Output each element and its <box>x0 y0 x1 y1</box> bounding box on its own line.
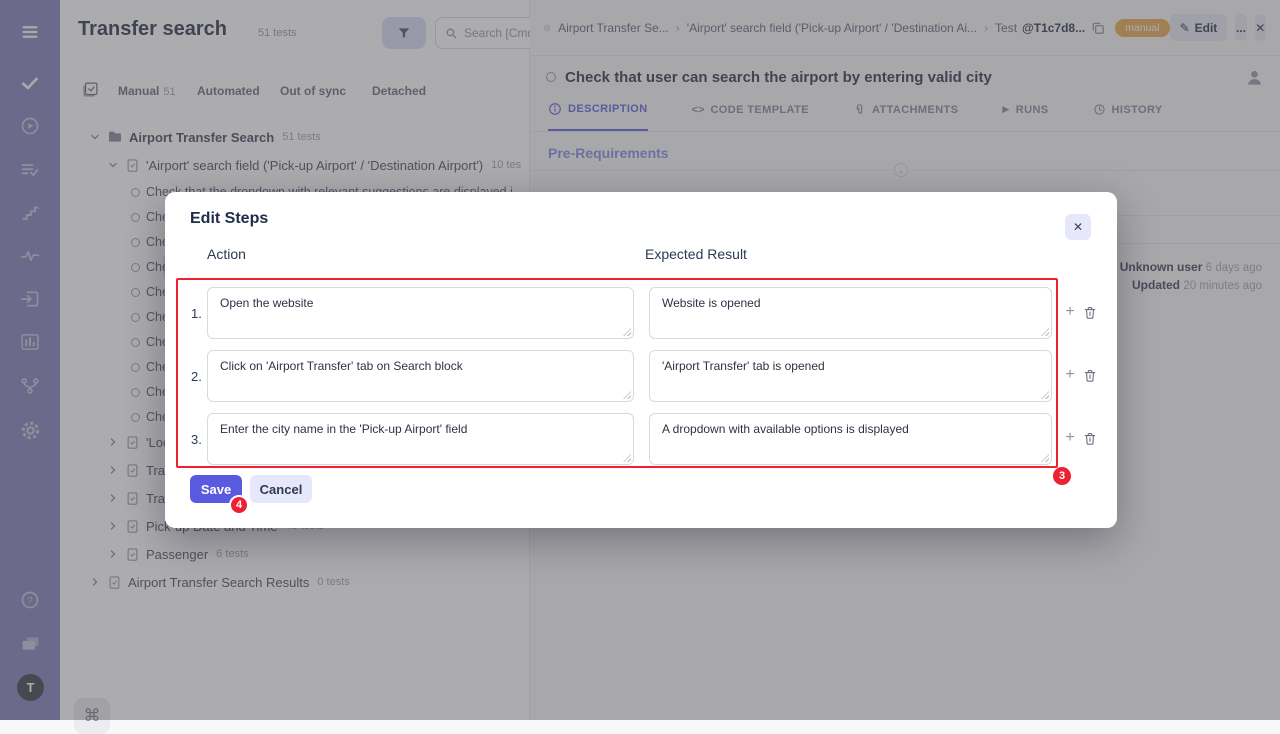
step-action-input[interactable]: Click on 'Airport Transfer' tab on Searc… <box>207 350 634 402</box>
step-expected-input[interactable]: Website is opened <box>649 287 1052 339</box>
annotation-badge-3: 3 <box>1053 467 1071 485</box>
modal-close-button[interactable]: ✕ <box>1065 214 1091 240</box>
delete-step-button[interactable] <box>1083 431 1097 446</box>
modal-title: Edit Steps <box>190 210 268 228</box>
step-number: 1. <box>191 306 202 321</box>
add-step-button[interactable]: + <box>1062 366 1078 384</box>
step-action-input[interactable]: Enter the city name in the 'Pick-up Airp… <box>207 413 634 465</box>
step-number: 3. <box>191 432 202 447</box>
add-step-button[interactable]: + <box>1062 303 1078 321</box>
add-step-button[interactable]: + <box>1062 429 1078 447</box>
delete-step-button[interactable] <box>1083 368 1097 383</box>
delete-step-button[interactable] <box>1083 305 1097 320</box>
column-header-action: Action <box>207 246 246 262</box>
annotation-badge-4: 4 <box>229 495 249 515</box>
step-row: 1. Open the website Website is opened + <box>165 287 1117 339</box>
trash-icon <box>1083 305 1097 320</box>
step-expected-input[interactable]: A dropdown with available options is dis… <box>649 413 1052 465</box>
cancel-button[interactable]: Cancel <box>250 475 312 503</box>
trash-icon <box>1083 368 1097 383</box>
step-expected-input[interactable]: 'Airport Transfer' tab is opened <box>649 350 1052 402</box>
step-number: 2. <box>191 369 202 384</box>
step-action-input[interactable]: Open the website <box>207 287 634 339</box>
trash-icon <box>1083 431 1097 446</box>
step-row: 2. Click on 'Airport Transfer' tab on Se… <box>165 350 1117 402</box>
step-row: 3. Enter the city name in the 'Pick-up A… <box>165 413 1117 465</box>
column-header-expected: Expected Result <box>645 246 747 262</box>
edit-steps-modal: Edit Steps ✕ Action Expected Result 1. O… <box>165 192 1117 528</box>
